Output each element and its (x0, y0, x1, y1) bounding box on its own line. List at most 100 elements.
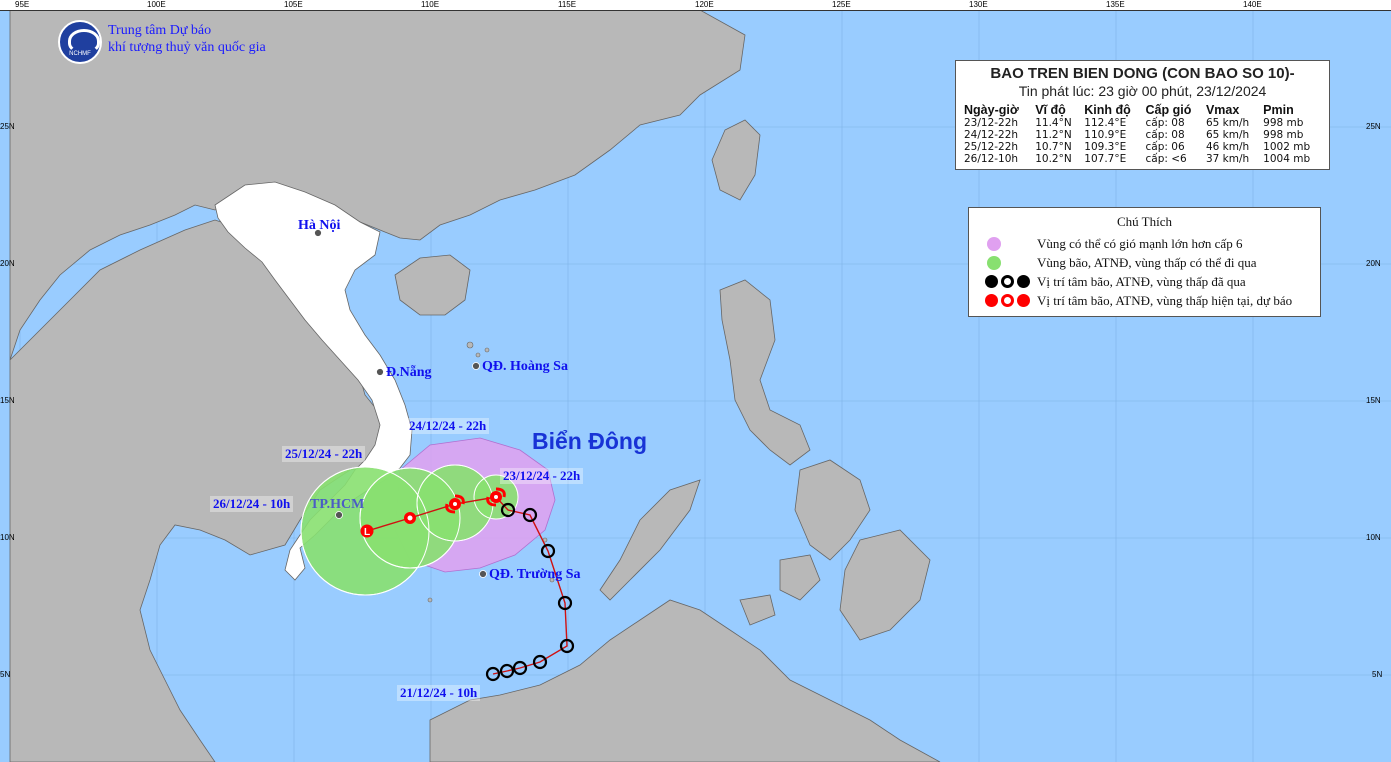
org-name-line2: khí tượng thuỷ văn quốc gia (108, 40, 266, 55)
lon-tick: 95E (15, 0, 30, 9)
col-header: Cấp gió (1145, 103, 1192, 117)
legend-text: Vùng bão, ATNĐ, vùng thấp có thể đi qua (1037, 254, 1257, 270)
legend-text: Vị trí tâm bão, ATNĐ, vùng thấp hiện tại… (1037, 292, 1293, 308)
cell: 46 km/h (1205, 141, 1250, 153)
lon-tick: 110E (421, 0, 440, 9)
lat-tick-left: 20N (0, 259, 15, 268)
cell: 1002 mb (1263, 141, 1311, 153)
org-name-line1: Trung tâm Dự báo (108, 23, 212, 38)
label-time-24-12: 24/12/24 - 22h (406, 418, 490, 434)
lat-tick-left: 15N (0, 396, 15, 405)
bulletin-issued: Tin phát lúc: 23 giờ 00 phút, 23/12/2024 (1018, 83, 1267, 99)
legend-text: Vị trí tâm bão, ATNĐ, vùng thấp đã qua (1037, 273, 1246, 289)
table-row: 23/12-22h 11.4°N 112.4°E cấp: 08 65 km/h 998 … (962, 117, 1323, 129)
lon-tick: 100E (147, 0, 166, 9)
past-low-icon (1017, 275, 1030, 288)
past-depression-icon (1001, 275, 1014, 288)
pink-zone-icon (987, 236, 1001, 251)
label-truongsa: QĐ. Trường Sa (489, 567, 581, 582)
legend-symbol (977, 236, 1037, 251)
cell: 998 mb (1263, 129, 1304, 141)
cell: cấp: 06 (1145, 141, 1185, 153)
col-header: Vĩ độ (1035, 103, 1066, 117)
label-hcm: TP.HCM (310, 497, 365, 512)
land-masses (9, 9, 941, 762)
label-time-23-12: 23/12/24 - 22h (500, 468, 584, 484)
cell: cấp: 08 (1145, 129, 1185, 141)
track-table-header: Ngày-giờ Vĩ độ Kinh độ Cấp gió Vmax Pmin (962, 103, 1323, 117)
bulletin-title: BAO TREN BIEN DONG (CON BAO SO 10)- (990, 65, 1295, 82)
label-danang: Đ.Nẵng (386, 365, 432, 380)
lat-tick-right: 25N (1366, 122, 1381, 131)
cell: cấp: <6 (1145, 153, 1187, 165)
nchmf-logo: NCHMF (58, 20, 102, 64)
cell: 1004 mb (1263, 153, 1311, 165)
cell: 24/12-22h (964, 129, 1019, 141)
legend-text: Vùng có thể có gió mạnh lớn hơn cấp 6 (1037, 235, 1243, 251)
green-zone-icon (987, 255, 1001, 270)
lon-tick: 105E (284, 0, 303, 9)
label-time-26-12: 26/12/24 - 10h (210, 496, 294, 512)
col-header: Kinh độ (1084, 103, 1131, 117)
cell: 107.7°E (1084, 153, 1127, 165)
lat-tick-right: 10N (1366, 533, 1381, 542)
lon-tick: 140E (1243, 0, 1262, 9)
cell: 110.9°E (1084, 129, 1127, 141)
forecast-storm-icon (985, 294, 998, 307)
cell: 10.2°N (1035, 153, 1072, 165)
past-storm-icon (985, 275, 998, 288)
lat-tick-right: 5N (1372, 670, 1383, 679)
cell: 11.2°N (1035, 129, 1072, 141)
col-header: Pmin (1263, 103, 1294, 117)
lat-tick-right: 15N (1366, 396, 1381, 405)
cell: 65 km/h (1205, 117, 1250, 129)
label-time-21-12: 21/12/24 - 10h (397, 685, 481, 701)
legend-box: Chú Thích Vùng có thể có gió mạnh lớn hơ… (968, 207, 1321, 317)
lon-tick: 125E (832, 0, 851, 9)
legend-symbol (977, 294, 1037, 307)
label-time-25-12: 25/12/24 - 22h (282, 446, 366, 462)
cell: 65 km/h (1205, 129, 1250, 141)
col-header: Vmax (1205, 103, 1240, 117)
cell: 998 mb (1263, 117, 1304, 129)
bulletin-box: BAO TREN BIEN DONG (CON BAO SO 10)- Tin … (955, 60, 1330, 170)
table-row: 24/12-22h 11.2°N 110.9°E cấp: 08 65 km/h 998 … (962, 129, 1323, 141)
table-row: 25/12-22h 10.7°N 109.3°E cấp: 06 46 km/h 1002… (962, 141, 1323, 153)
depression-48h-icon (404, 512, 416, 524)
logo-text: NCHMF (69, 51, 91, 57)
legend-row-strong-wind: Vùng có thể có gió mạnh lớn hơn cấp 6 (977, 234, 1312, 253)
storm-forecast-map: L 95E 100E 105E 110E 115E 120E 125E 130E… (0, 0, 1391, 762)
cell: 23/12-22h (964, 117, 1019, 129)
label-bien-dong: Biển Đông (532, 428, 647, 454)
table-row: 26/12-10h 10.2°N 107.7°E cấp: <6 37 km/h 1004… (962, 153, 1323, 165)
forecast-depression-icon (1001, 294, 1014, 307)
cell: 112.4°E (1084, 117, 1127, 129)
lon-tick: 130E (969, 0, 988, 9)
cell: 25/12-22h (964, 141, 1019, 153)
cell: 10.7°N (1035, 141, 1072, 153)
cell: 26/12-10h (964, 153, 1019, 165)
lon-tick: 120E (695, 0, 714, 9)
lon-tick: 115E (558, 0, 577, 9)
cell: 109.3°E (1084, 141, 1127, 153)
organization-name: Trung tâm Dự báo khí tượng thuỷ văn quốc… (108, 20, 266, 56)
col-header: Ngày-giờ (964, 103, 1019, 117)
cell: cấp: 08 (1145, 117, 1185, 129)
lon-tick: 135E (1106, 0, 1125, 9)
lat-tick-right: 20N (1366, 259, 1381, 268)
legend-row-past: Vị trí tâm bão, ATNĐ, vùng thấp đã qua (977, 272, 1312, 291)
organization-header: NCHMF Trung tâm Dự báo khí tượng thuỷ vă… (58, 20, 266, 64)
lat-tick-left: 5N (0, 670, 11, 679)
cell: 37 km/h (1205, 153, 1250, 165)
cell: 11.4°N (1035, 117, 1072, 129)
legend-row-forecast: Vị trí tâm bão, ATNĐ, vùng thấp hiện tại… (977, 291, 1312, 310)
legend-title: Chú Thích (1116, 214, 1172, 229)
legend-symbol (977, 255, 1037, 270)
svg-text:L: L (364, 527, 370, 538)
legend-row-storm-zone: Vùng bão, ATNĐ, vùng thấp có thể đi qua (977, 253, 1312, 272)
label-hanoi: Hà Nội (298, 218, 341, 233)
forecast-low-icon (1017, 294, 1030, 307)
legend-symbol (977, 275, 1037, 288)
track-table: Ngày-giờ Vĩ độ Kinh độ Cấp gió Vmax Pmin… (962, 103, 1323, 165)
label-hoangsa: QĐ. Hoàng Sa (482, 359, 568, 374)
